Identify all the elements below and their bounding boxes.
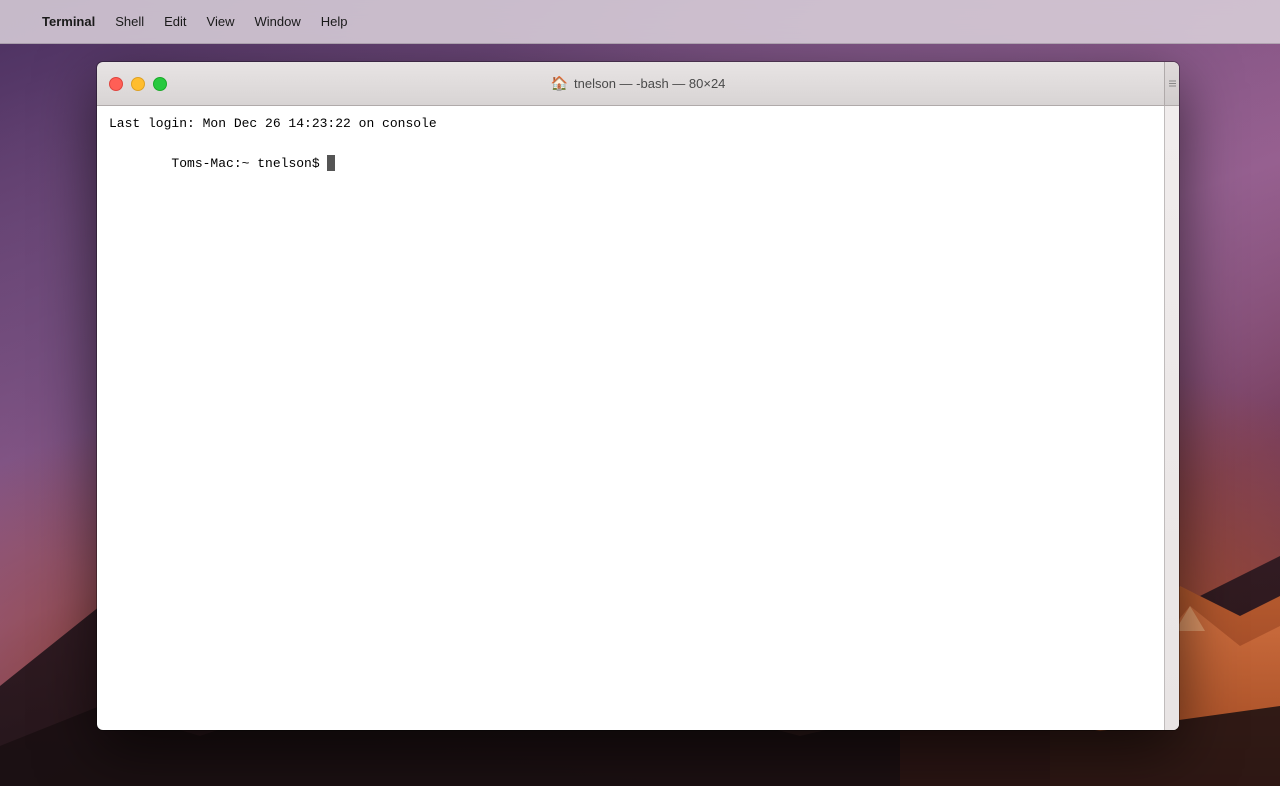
menubar-edit[interactable]: Edit — [154, 10, 196, 33]
terminal-window: 🏠 tnelson — -bash — 80×24 Last login: Mo… — [97, 62, 1179, 730]
menubar-shell[interactable]: Shell — [105, 10, 154, 33]
menubar-view[interactable]: View — [197, 10, 245, 33]
minimize-button[interactable] — [131, 77, 145, 91]
menubar: Terminal Shell Edit View Window Help — [0, 0, 1280, 44]
menubar-window[interactable]: Window — [245, 10, 311, 33]
title-bar: 🏠 tnelson — -bash — 80×24 — [97, 62, 1179, 106]
terminal-line-1: Last login: Mon Dec 26 14:23:22 on conso… — [109, 114, 1152, 134]
scrollbar-top-indicator — [1164, 62, 1179, 105]
title-bar-text: 🏠 tnelson — -bash — 80×24 — [551, 75, 726, 92]
maximize-button[interactable] — [153, 77, 167, 91]
apple-menu[interactable] — [8, 18, 24, 26]
window-title: tnelson — -bash — 80×24 — [574, 76, 725, 91]
close-button[interactable] — [109, 77, 123, 91]
terminal-scrollbar[interactable] — [1164, 106, 1179, 730]
terminal-content[interactable]: Last login: Mon Dec 26 14:23:22 on conso… — [97, 106, 1179, 730]
terminal-cursor — [327, 155, 335, 171]
menubar-help[interactable]: Help — [311, 10, 358, 33]
terminal-line-2: Toms-Mac:~ tnelson$ — [109, 134, 1152, 194]
title-bar-icon: 🏠 — [551, 75, 568, 92]
scrollbar-track[interactable] — [1165, 106, 1179, 730]
menubar-terminal[interactable]: Terminal — [32, 10, 105, 33]
terminal-text-area[interactable]: Last login: Mon Dec 26 14:23:22 on conso… — [97, 106, 1164, 730]
traffic-lights — [109, 77, 167, 91]
lines-icon — [1168, 79, 1177, 88]
